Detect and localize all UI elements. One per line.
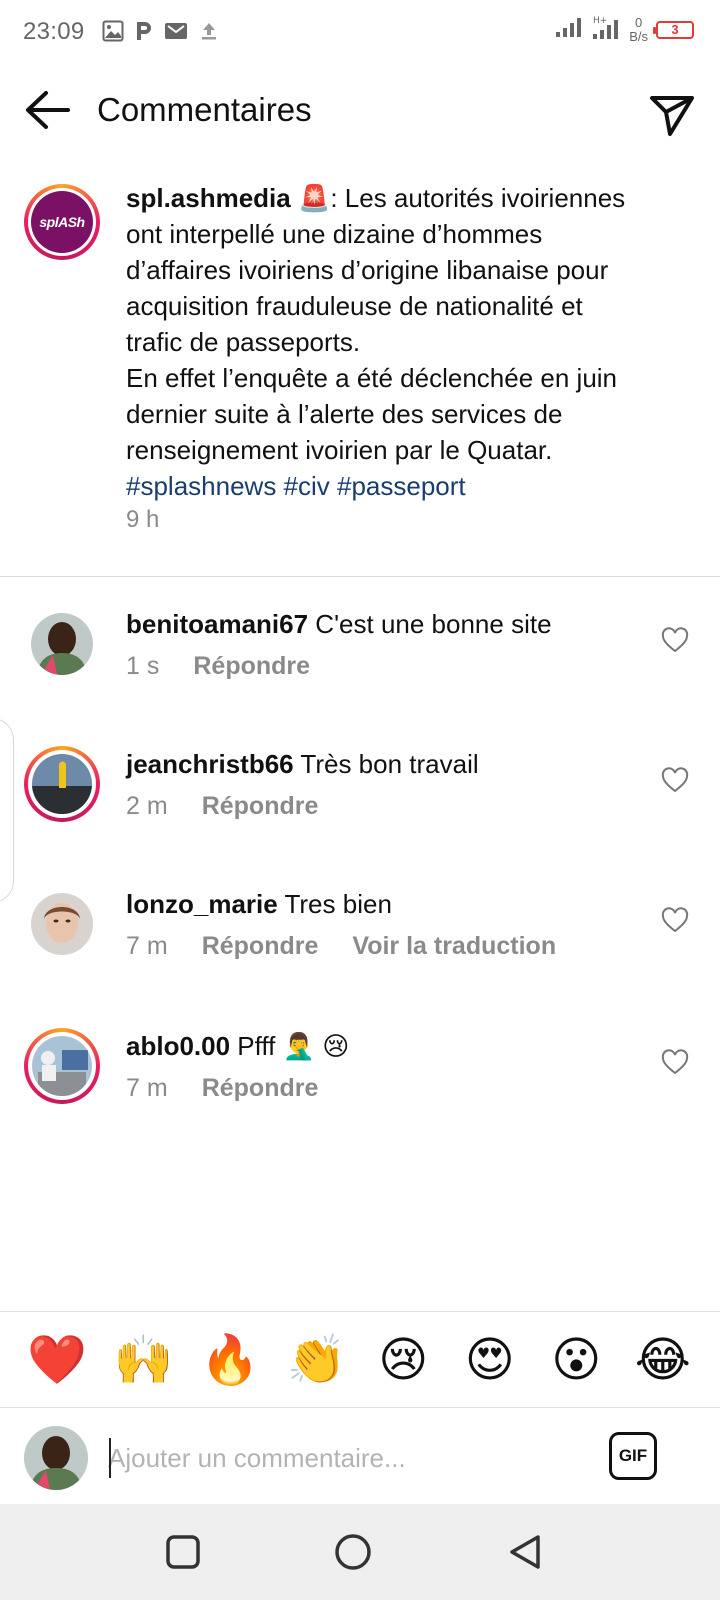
comment-input[interactable] [108, 1434, 568, 1482]
home-button[interactable] [333, 1532, 373, 1572]
comment-item: lonzo_marie Tres bien 7 m Répondre Voir … [0, 886, 720, 1006]
reaction-laughing[interactable]: 😂 [630, 1330, 696, 1390]
battery-level: 3 [671, 22, 679, 37]
system-navigation-bar [0, 1504, 720, 1600]
post-author-avatar[interactable]: splASh [24, 184, 100, 260]
reaction-fire[interactable]: 🔥 [197, 1330, 263, 1390]
upload-icon [198, 20, 220, 42]
current-user-avatar [24, 1426, 88, 1490]
reaction-heart[interactable]: ❤️ [24, 1330, 90, 1390]
heart-outline-icon [661, 1049, 689, 1075]
reply-button[interactable]: Répondre [193, 652, 310, 681]
comment-text: C'est une bonne site [315, 609, 552, 639]
reaction-crying[interactable]: 😢 [370, 1330, 436, 1390]
comment-username[interactable]: ablo0.00 [126, 1031, 230, 1061]
back-button[interactable] [22, 88, 72, 138]
avatar[interactable] [24, 1028, 100, 1104]
circle-icon [335, 1534, 371, 1570]
user-photo-icon [32, 1036, 92, 1096]
status-time: 23:09 [23, 18, 85, 45]
caption-body-2: En effet l’enquête a été déclenchée en j… [126, 363, 618, 465]
signal-h-plus-icon: H+ [591, 14, 621, 45]
comment-text: Très bon travail [300, 749, 479, 779]
mail-icon [164, 21, 188, 41]
user-photo-icon [31, 613, 93, 675]
like-button[interactable] [660, 766, 690, 796]
square-icon [166, 1535, 200, 1569]
paper-plane-icon [650, 96, 694, 136]
p-icon [134, 20, 154, 42]
reply-button[interactable]: Répondre [202, 792, 319, 821]
back-arrow-icon [26, 91, 70, 129]
comment-item: benitoamani67 C'est une bonne site 1 s R… [0, 606, 720, 726]
svg-text:H+: H+ [593, 16, 607, 26]
status-notification-icons [102, 20, 220, 42]
user-photo-icon [31, 893, 93, 955]
status-bar: 23:09 H+ 0 B/s 3 [0, 0, 720, 64]
comment-time: 1 s [126, 652, 160, 680]
hashtags[interactable]: #splashnews #civ #passeport [126, 471, 466, 501]
comment-composer: GIF [0, 1408, 720, 1504]
comment-time: 7 m [126, 1074, 168, 1102]
share-button[interactable] [648, 90, 698, 140]
comment-username[interactable]: lonzo_marie [126, 889, 278, 919]
reply-button[interactable]: Répondre [202, 932, 319, 961]
like-button[interactable] [660, 1048, 690, 1078]
gif-button[interactable]: GIF [609, 1432, 657, 1480]
comment-text: Pfff 🤦‍♂️ 😢 [237, 1031, 350, 1061]
like-button[interactable] [660, 906, 690, 936]
heart-outline-icon [661, 907, 689, 933]
comment-time: 7 m [126, 932, 168, 960]
avatar[interactable] [24, 886, 100, 962]
comment-username[interactable]: benitoamani67 [126, 609, 308, 639]
reply-button[interactable]: Répondre [202, 1074, 319, 1103]
avatar[interactable] [24, 606, 100, 682]
reaction-raised-hands[interactable]: 🙌 [111, 1330, 177, 1390]
divider [0, 576, 720, 577]
splash-logo: splASh [31, 191, 93, 253]
network-speed: 0 B/s [629, 14, 648, 44]
quick-reactions-bar: ❤️ 🙌 🔥 👏 😢 😍 😮 😂 [0, 1311, 720, 1408]
signal-icon [555, 16, 583, 43]
caption-text: spl.ashmedia 🚨: Les autorités ivoirienne… [126, 180, 646, 504]
reaction-clap[interactable]: 👏 [284, 1330, 350, 1390]
page-title: Commentaires [97, 91, 312, 128]
header: Commentaires [0, 72, 720, 152]
like-button[interactable] [660, 626, 690, 656]
heart-outline-icon [661, 627, 689, 653]
gallery-icon [102, 20, 124, 42]
back-nav-button[interactable] [506, 1532, 546, 1572]
see-translation-button[interactable]: Voir la traduction [352, 932, 556, 961]
comment-item: ablo0.00 Pfff 🤦‍♂️ 😢 7 m Répondre [0, 1028, 720, 1148]
network-speed-unit: B/s [629, 28, 648, 44]
comment-text: Tres bien [284, 889, 392, 919]
network-speed-value: 0 [634, 14, 643, 30]
status-right-icons: H+ 0 B/s 3 [555, 14, 694, 45]
battery-indicator: 3 [653, 20, 694, 39]
avatar[interactable] [24, 746, 100, 822]
comment-time: 2 m [126, 792, 168, 820]
comment-username[interactable]: jeanchristb66 [126, 749, 294, 779]
siren-emoji: 🚨 [297, 183, 331, 213]
recents-button[interactable] [163, 1532, 203, 1572]
reaction-surprised[interactable]: 😮 [543, 1330, 609, 1390]
reaction-heart-eyes[interactable]: 😍 [457, 1330, 523, 1390]
heart-outline-icon [661, 767, 689, 793]
post-username[interactable]: spl.ashmedia [126, 183, 291, 213]
triangle-back-icon [510, 1535, 540, 1569]
text-cursor [109, 1438, 111, 1478]
user-photo-icon [32, 754, 92, 814]
user-photo-icon [24, 1426, 88, 1490]
comment-item: jeanchristb66 Très bon travail 2 m Répon… [0, 746, 720, 866]
post-time: 9 h [126, 506, 160, 533]
